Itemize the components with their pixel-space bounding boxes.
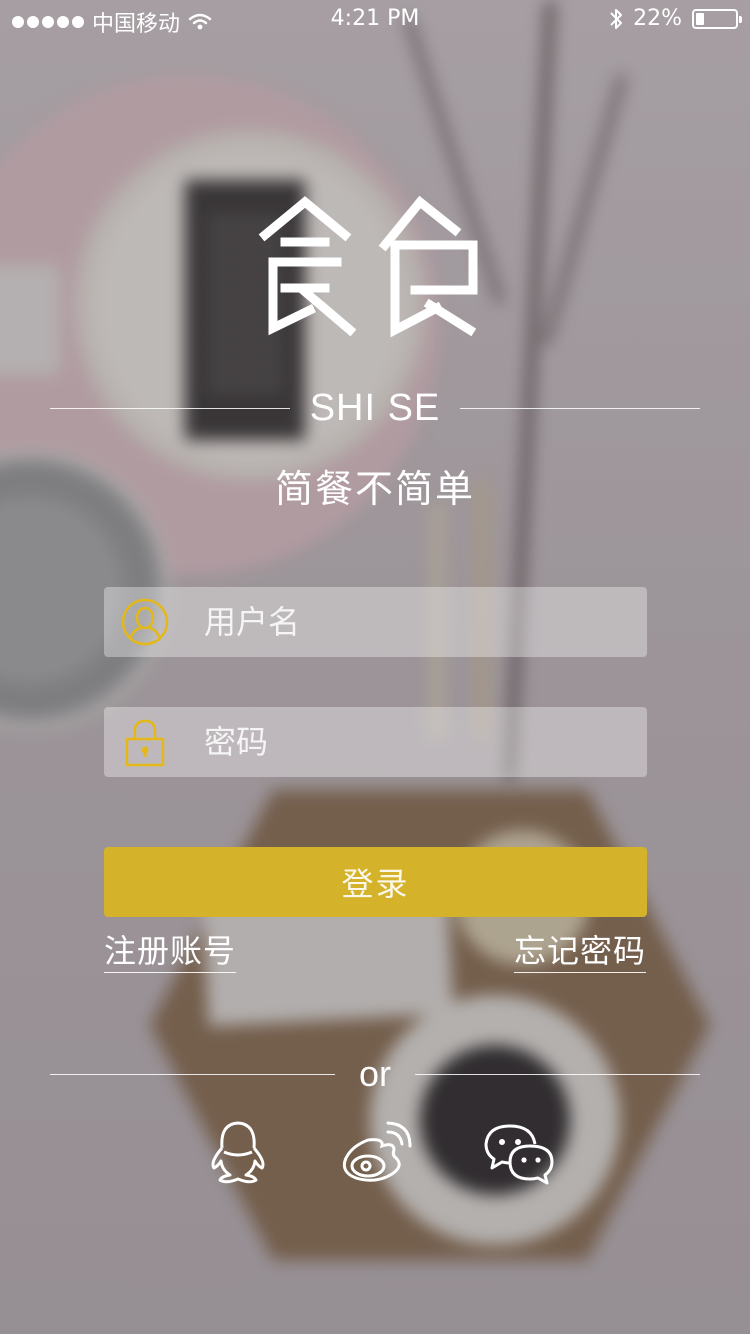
login-button[interactable]: 登录 xyxy=(104,847,647,917)
weibo-icon xyxy=(342,1121,412,1182)
username-field[interactable] xyxy=(104,587,647,657)
divider-line xyxy=(460,408,700,409)
password-field[interactable] xyxy=(104,707,647,777)
qq-penguin-icon xyxy=(211,1121,265,1184)
password-input[interactable] xyxy=(204,707,624,777)
bluetooth-icon xyxy=(610,8,623,29)
slogan: 简餐不简单 xyxy=(274,467,475,511)
wechat-login-button[interactable] xyxy=(480,1118,556,1186)
battery-percent: 22% xyxy=(633,6,682,31)
login-screen: 中国移动 4:21 PM 22% SHI SE 简餐不简单 用户名 登录 注册账… xyxy=(0,0,750,1334)
padlock-icon xyxy=(125,719,165,767)
user-avatar-icon xyxy=(121,598,169,646)
wechat-icon xyxy=(484,1124,554,1185)
weibo-login-button[interactable] xyxy=(338,1118,414,1186)
brand-row: SHI SE xyxy=(50,385,700,431)
qq-login-button[interactable] xyxy=(200,1118,276,1186)
battery-icon xyxy=(692,8,742,29)
or-divider: or xyxy=(50,1052,700,1098)
status-bar: 中国移动 4:21 PM 22% xyxy=(0,0,750,40)
divider-line xyxy=(415,1074,700,1075)
username-input[interactable] xyxy=(204,587,624,657)
shise-logo-icon xyxy=(258,195,478,338)
forgot-password-link[interactable]: 忘记密码 xyxy=(513,932,646,973)
register-link[interactable]: 注册账号 xyxy=(104,932,237,973)
